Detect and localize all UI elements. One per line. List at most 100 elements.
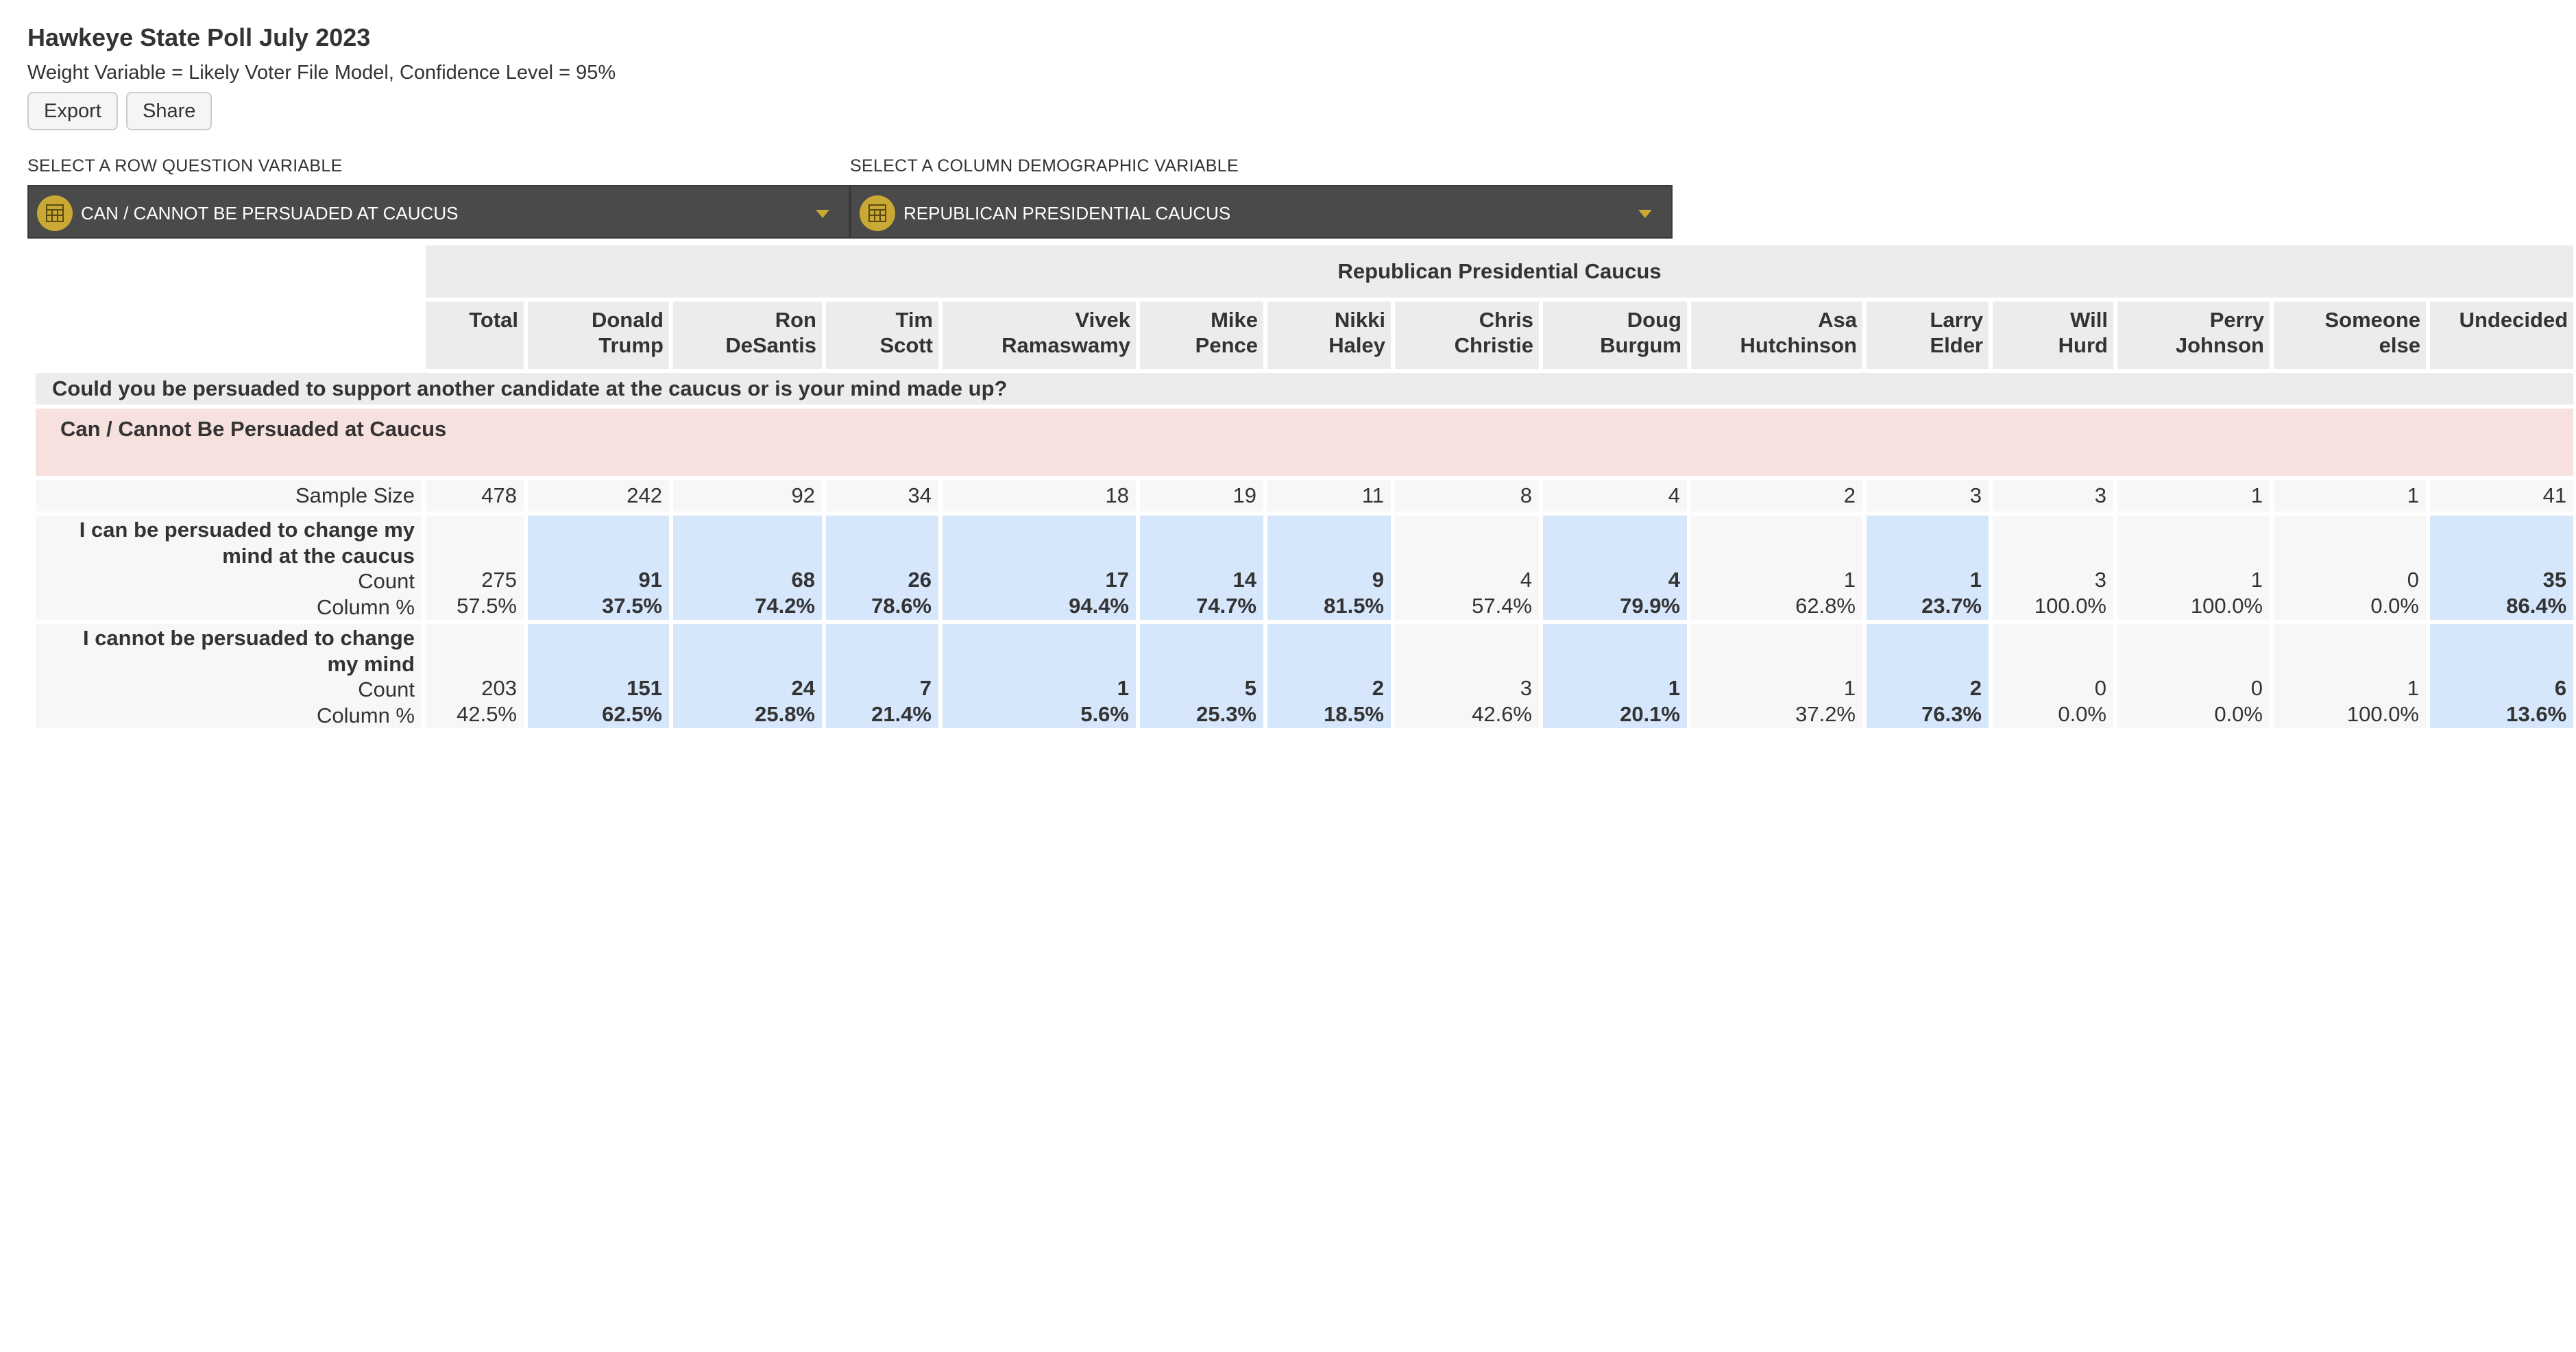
column-header-line2: Johnson [2175, 333, 2264, 357]
count-value: 2 [1372, 676, 1384, 700]
count-value: 91 [638, 568, 662, 592]
data-cell: 1 100.0% [2117, 516, 2270, 620]
sample-size-label: Sample Size [36, 480, 422, 511]
sample-size-cell: 92 [673, 480, 822, 511]
sample-size-cell: 11 [1267, 480, 1391, 511]
column-variable-label: SELECT A COLUMN DEMOGRAPHIC VARIABLE [850, 156, 1239, 176]
column-pct-value: 74.2% [755, 593, 815, 618]
row-variable-label: SELECT A ROW QUESTION VARIABLE [27, 156, 343, 176]
count-value: 17 [1105, 568, 1129, 592]
column-pct-value: 57.5% [457, 593, 517, 618]
column-pct-value: 5.6% [1080, 701, 1129, 726]
data-cell: 3 42.6% [1395, 624, 1539, 728]
column-pct-label: Column % [317, 594, 415, 619]
column-header-line1: Total [469, 308, 518, 332]
column-pct-value: 21.4% [871, 701, 932, 726]
count-value: 0 [2407, 568, 2419, 592]
column-pct-value: 23.7% [1921, 593, 1982, 618]
column-pct-value: 78.6% [871, 593, 932, 618]
column-header-line2: Christie [1454, 333, 1533, 357]
column-header-line1: Ron [775, 308, 816, 332]
data-cell: 6 13.6% [2430, 624, 2574, 728]
column-pct-value: 100.0% [2034, 593, 2106, 618]
column-header: Donald Trump [528, 302, 669, 369]
column-pct-value: 62.5% [602, 701, 662, 726]
column-pct-value: 13.6% [2506, 701, 2567, 726]
column-header: Nikki Haley [1267, 302, 1391, 369]
sample-size-cell: 41 [2430, 480, 2574, 511]
data-cell: 0 0.0% [2117, 624, 2270, 728]
data-cell: 2 76.3% [1867, 624, 1989, 728]
column-header-line2: Hurd [2058, 333, 2108, 357]
count-value: 5 [1244, 676, 1256, 700]
data-cell: 0 0.0% [1993, 624, 2113, 728]
column-header: Doug Burgum [1543, 302, 1687, 369]
table-icon [37, 195, 73, 231]
data-cell: 275 57.5% [426, 516, 524, 620]
column-header-line1: Tim [895, 308, 933, 332]
column-pct-value: 0.0% [2370, 593, 2419, 618]
column-header-line1: Someone [2324, 308, 2420, 332]
count-value: 24 [791, 676, 815, 700]
sample-size-cell: 1 [2274, 480, 2426, 511]
count-value: 68 [791, 568, 815, 592]
row-label: I cannot be persuaded to change my mind Co… [36, 624, 422, 728]
data-cell: 4 57.4% [1395, 516, 1539, 620]
column-header-line2: Elder [1930, 333, 1983, 357]
chevron-down-icon [816, 210, 829, 218]
count-value: 2 [1969, 676, 1982, 700]
column-header-line2: DeSantis [725, 333, 816, 357]
column-header-line1: Asa [1818, 308, 1857, 332]
data-cell: 203 42.5% [426, 624, 524, 728]
data-cell: 1 20.1% [1543, 624, 1687, 728]
count-value: 7 [919, 676, 932, 700]
count-value: 4 [1520, 568, 1532, 592]
data-cell: 1 5.6% [943, 624, 1136, 728]
column-variable-select[interactable]: REPUBLICAN PRESIDENTIAL CAUCUS [850, 185, 1673, 239]
app-root: Hawkeye State Poll July 2023 Weight Vari… [0, 0, 2576, 1352]
column-header: Larry Elder [1867, 302, 1989, 369]
column-pct-value: 42.5% [457, 701, 517, 726]
count-value: 275 [481, 568, 517, 592]
count-value: 0 [2250, 676, 2263, 700]
column-header-line2: Trump [598, 333, 664, 357]
data-cell: 91 37.5% [528, 516, 669, 620]
count-value: 0 [2094, 676, 2106, 700]
data-cell: 1 62.8% [1691, 516, 1862, 620]
sample-size-cell: 1 [2117, 480, 2270, 511]
count-value: 1 [2250, 568, 2263, 592]
column-pct-value: 86.4% [2506, 593, 2567, 618]
group-label: Can / Cannot Be Persuaded at Caucus [36, 409, 2574, 476]
sample-size-cell: 19 [1140, 480, 1263, 511]
count-value: 1 [1668, 676, 1680, 700]
column-header-line1: Donald [591, 308, 664, 332]
data-cell: 26 78.6% [826, 516, 938, 620]
sample-size-cell: 242 [528, 480, 669, 511]
sample-size-cell: 34 [826, 480, 938, 511]
export-button[interactable]: Export [27, 92, 118, 130]
count-value: 3 [1520, 676, 1532, 700]
share-button[interactable]: Share [126, 92, 212, 130]
column-pct-value: 20.1% [1620, 701, 1680, 726]
column-header: Mike Pence [1140, 302, 1263, 369]
page-subtitle: Weight Variable = Likely Voter File Mode… [27, 62, 616, 84]
row-variable-select[interactable]: CAN / CANNOT BE PERSUADED AT CAUCUS [27, 185, 850, 239]
count-value: 1 [1843, 568, 1856, 592]
column-pct-value: 94.4% [1069, 593, 1129, 618]
row-label-line2: my mind [327, 651, 415, 676]
count-value: 1 [1969, 568, 1982, 592]
column-header-line1: Will [2070, 308, 2108, 332]
data-cell: 7 21.4% [826, 624, 938, 728]
column-header-line1: Doug [1627, 308, 1681, 332]
column-pct-value: 100.0% [2346, 701, 2419, 726]
data-cell: 4 79.9% [1543, 516, 1687, 620]
column-pct-label: Column % [317, 703, 415, 727]
sample-size-cell: 4 [1543, 480, 1687, 511]
count-value: 14 [1232, 568, 1256, 592]
chevron-down-icon [1638, 210, 1652, 218]
sample-size-cell: 3 [1867, 480, 1989, 511]
column-pct-value: 37.2% [1795, 701, 1856, 726]
column-header-line1: Chris [1479, 308, 1533, 332]
column-header: Perry Johnson [2117, 302, 2270, 369]
count-value: 1 [2407, 676, 2419, 700]
